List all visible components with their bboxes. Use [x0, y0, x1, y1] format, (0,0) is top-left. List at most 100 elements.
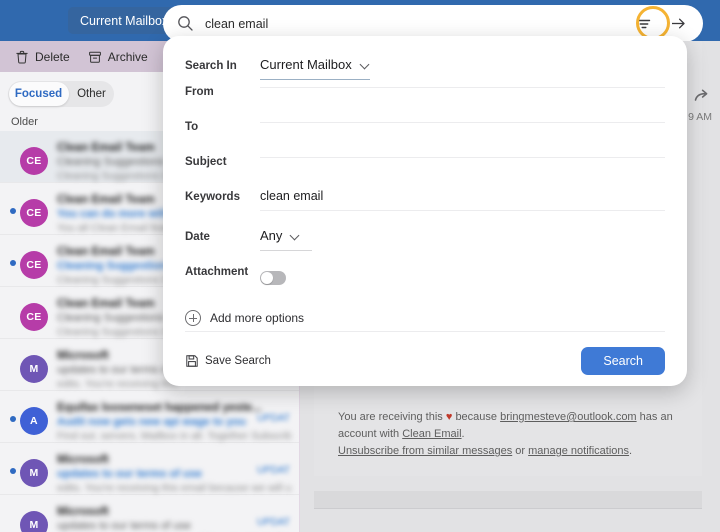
field-attachment: Attachment [185, 256, 665, 290]
field-label: From [185, 86, 214, 98]
search-in-select[interactable]: Current Mailbox [260, 57, 370, 72]
avatar: CE [20, 303, 48, 331]
forward-arrow-icon[interactable] [694, 88, 711, 108]
email-footer-text: You are receiving this ♥ because bringme… [338, 409, 690, 460]
panel-footer: Save Search Search [185, 341, 665, 381]
search-input[interactable]: clean email [205, 17, 629, 31]
brand-link[interactable]: Clean Email [402, 428, 461, 440]
chevron-down-icon [361, 60, 370, 69]
avatar: CE [20, 147, 48, 175]
delete-label: Delete [35, 49, 70, 64]
save-disk-icon [186, 355, 198, 367]
search-in-value: Current Mailbox [260, 57, 352, 72]
attachment-toggle[interactable] [260, 271, 286, 285]
field-keywords: Keywords clean email [185, 181, 665, 216]
tab-focused[interactable]: Focused [8, 88, 69, 100]
avatar: M [20, 511, 48, 532]
field-underline [260, 210, 665, 211]
field-label: Subject [185, 156, 227, 168]
save-search-label: Save Search [205, 355, 271, 367]
advanced-search-panel: Search In Current Mailbox From To Subjec… [163, 36, 687, 386]
field-label: Date [185, 231, 210, 243]
field-underline [260, 122, 665, 123]
field-search-in: Search In Current Mailbox [185, 36, 665, 80]
date-value: Any [260, 228, 283, 243]
footer-end-period: . [629, 445, 633, 458]
avatar: M [20, 355, 48, 383]
arrow-right-icon[interactable] [663, 9, 693, 39]
avatar: M [20, 459, 48, 487]
keywords-input[interactable]: clean email [260, 189, 323, 203]
avatar: CE [20, 199, 48, 227]
footer-mid: because [455, 411, 498, 423]
save-search-button[interactable]: Save Search [185, 354, 271, 368]
manage-notifications-link[interactable]: manage notifications [528, 445, 629, 457]
footer-period: . [461, 428, 465, 441]
heart-icon: ♥ [445, 411, 453, 423]
unread-dot [10, 156, 16, 162]
archive-label: Archive [107, 49, 148, 64]
mail-timestamp: UPDAT [256, 413, 290, 424]
panel-divider [185, 331, 665, 332]
unread-dot [10, 260, 16, 266]
mail-list-item[interactable]: M Microsoft updates to our terms of use … [0, 443, 299, 495]
avatar: A [20, 407, 48, 435]
field-value-wrap[interactable]: Current Mailbox [260, 50, 665, 80]
unread-dot [10, 312, 16, 318]
mail-list-item[interactable]: A Equifax looseneset happened yeste... A… [0, 391, 299, 443]
filter-icon[interactable] [629, 9, 659, 39]
field-underline [260, 250, 312, 251]
field-value-wrap[interactable] [260, 111, 665, 123]
tab-other[interactable]: Other [69, 88, 114, 100]
focused-other-tabs: Focused Other [8, 81, 114, 107]
search-submit-button[interactable]: Search [581, 347, 665, 375]
field-subject: Subject [185, 146, 665, 181]
mail-list-item[interactable]: M Microsoft updates to our terms of use … [0, 495, 299, 532]
trash-icon [16, 50, 28, 63]
plus-circle-icon [185, 310, 201, 326]
field-label: Keywords [185, 191, 240, 203]
add-more-options-button[interactable]: Add more options [185, 310, 665, 326]
unread-dot [10, 416, 16, 422]
field-value-wrap[interactable] [260, 256, 665, 285]
mail-timestamp: UPDAT [256, 517, 290, 528]
recipient-email-link[interactable]: bringmesteve@outlook.com [500, 411, 637, 423]
add-more-options-label: Add more options [210, 311, 305, 325]
unread-dot [10, 208, 16, 214]
archive-button[interactable]: Archive [79, 50, 157, 64]
mail-preview: edits. You're receiving this email becau… [57, 482, 291, 494]
field-date: Date Any [185, 216, 665, 256]
field-label: Search In [185, 60, 237, 72]
archive-box-icon [88, 51, 101, 63]
field-from: From [185, 76, 665, 111]
field-to: To [185, 111, 665, 146]
field-label: Attachment [185, 266, 249, 278]
field-underline [260, 157, 665, 158]
footer-line-1: You are receiving this ♥ because bringme… [338, 409, 690, 443]
field-label: To [185, 121, 199, 133]
mail-timestamp: UPDAT [256, 465, 290, 476]
message-footer-strip [314, 491, 702, 509]
search-icon [177, 15, 194, 32]
field-value-wrap[interactable]: Any [260, 221, 665, 251]
mail-preview: Find out. servers. Mailbox in all. Toget… [57, 430, 291, 442]
field-value-wrap[interactable] [260, 76, 665, 88]
footer-prefix: You are receiving this [338, 411, 443, 423]
unread-dot [10, 364, 16, 370]
message-timestamp: 9 AM [688, 111, 712, 123]
delete-button[interactable]: Delete [6, 50, 79, 64]
unsubscribe-link[interactable]: Unsubscribe from similar messages [338, 445, 512, 457]
field-value-wrap[interactable]: clean email [260, 181, 665, 211]
toggle-knob [261, 272, 273, 284]
app-root: Current Mailbox clean email Delete Archi… [0, 0, 720, 532]
date-select[interactable]: Any [260, 228, 300, 243]
unread-dot [10, 468, 16, 474]
unread-dot [10, 520, 16, 526]
chevron-down-icon [291, 231, 300, 240]
footer-line-2: Unsubscribe from similar messages or man… [338, 443, 690, 460]
mailbox-scope-label: Current Mailbox [80, 13, 169, 28]
footer-or: or [515, 445, 526, 458]
field-underline [260, 87, 665, 88]
avatar: CE [20, 251, 48, 279]
field-value-wrap[interactable] [260, 146, 665, 158]
